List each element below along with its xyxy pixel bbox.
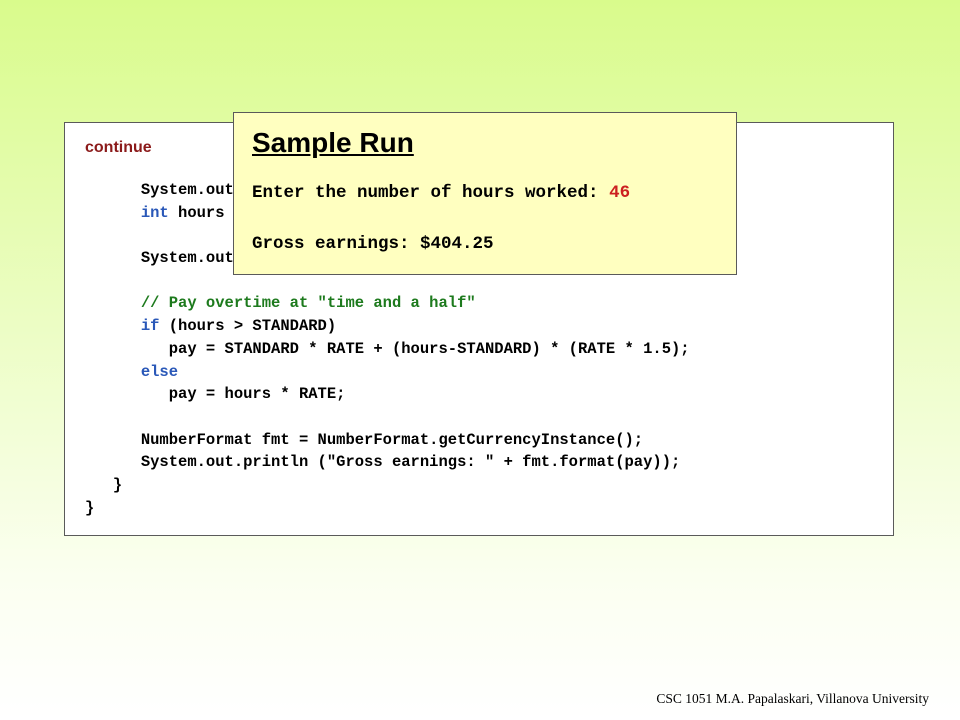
code-text: } [85,498,95,517]
sample-run-popup: Sample Run Enter the number of hours wor… [233,112,737,275]
code-text: pay = hours * RATE; [168,385,346,404]
slide-footer: CSC 1051 M.A. Papalaskari, Villanova Uni… [656,691,929,706]
sample-run-output: Gross earnings: $404.25 [252,234,494,254]
code-text: pay = STANDARD * RATE + (hours-STANDARD)… [168,339,690,358]
code-line: } [85,497,690,520]
sample-run-title: Sample Run [252,127,414,158]
code-line: if (hours > STANDARD) [85,315,690,338]
code-text: (hours > STANDARD) [159,317,337,336]
code-keyword: if [140,317,160,336]
code-text: NumberFormat fmt = NumberFormat.getCurre… [140,430,644,449]
code-line: NumberFormat fmt = NumberFormat.getCurre… [85,429,690,452]
code-line: else [85,361,690,384]
continue-label: continue [85,139,152,156]
sample-run-prompt-line: Enter the number of hours worked: 46 [252,183,630,203]
code-text: System.out.println ("Gross earnings: " +… [140,453,681,472]
code-line: System.out.println ("Gross earnings: " +… [85,451,690,474]
code-text: } [112,475,123,494]
code-keyword: int [140,203,169,222]
code-line: // Pay overtime at "time and a half" [85,292,690,315]
code-line: pay = hours * RATE; [85,383,690,406]
code-line: pay = STANDARD * RATE + (hours-STANDARD)… [85,338,690,361]
sample-run-input: 46 [609,183,631,203]
code-keyword: else [140,362,179,381]
code-line: } [85,474,690,497]
code-comment: // Pay overtime at "time and a half" [140,294,476,313]
sample-run-prompt: Enter the number of hours worked: [252,183,610,203]
